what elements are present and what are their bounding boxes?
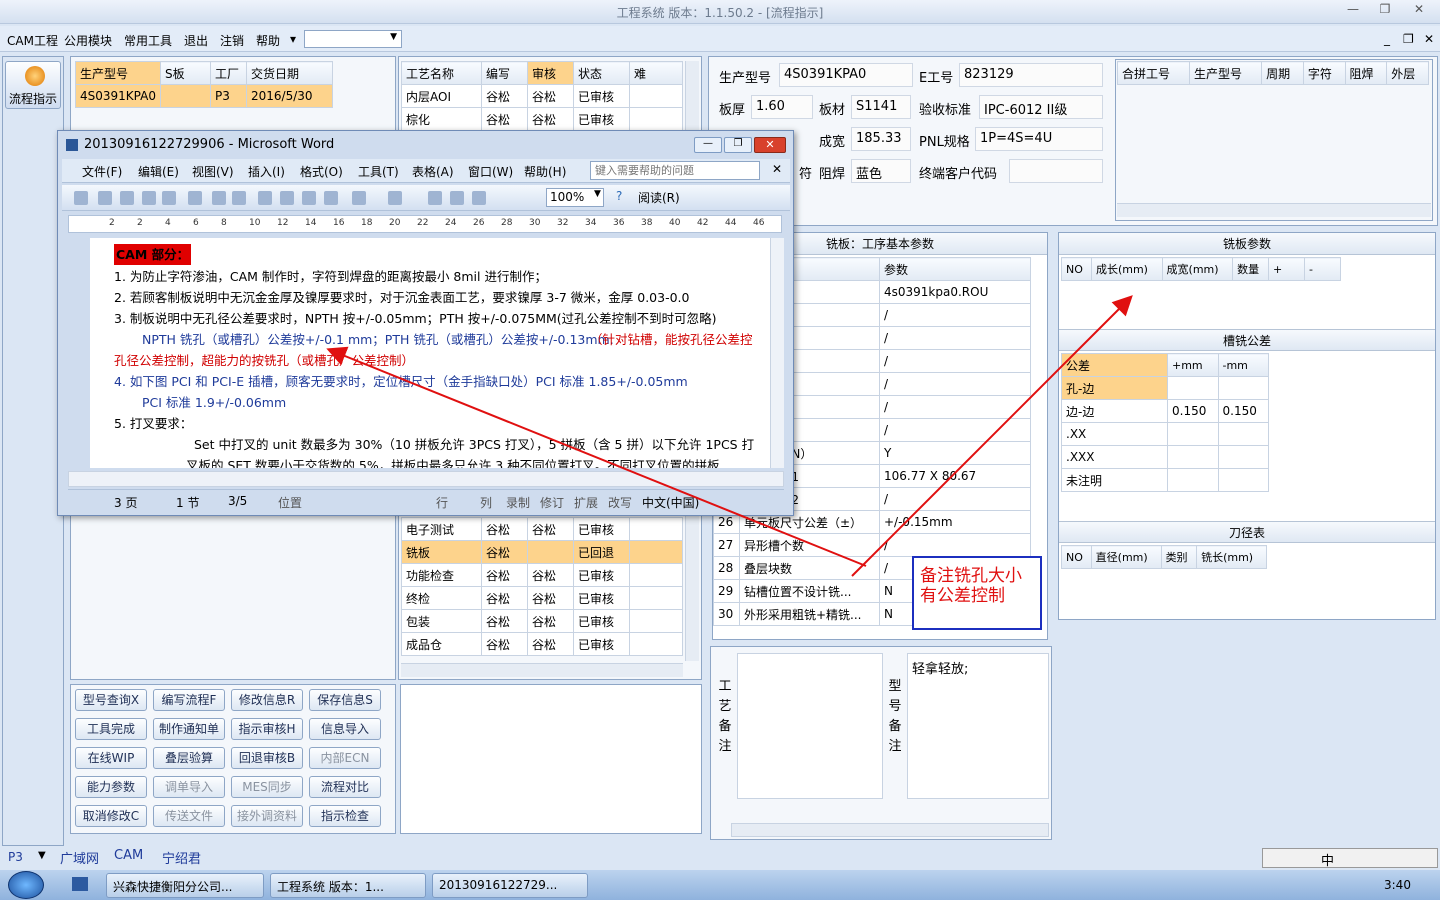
tab-cam[interactable]: CAM	[114, 848, 143, 863]
task-item[interactable]: 兴森快捷衡阳分公司...	[106, 873, 264, 898]
factory-select[interactable]: P3	[8, 850, 23, 864]
tab-user[interactable]: 宁绍君	[162, 848, 201, 867]
tab-wan[interactable]: 广域网	[60, 848, 99, 867]
arrow-to-mill-params	[851, 295, 1133, 577]
task-item[interactable]: 20130916122729...	[432, 873, 588, 898]
ime-bar[interactable]: 中	[1262, 848, 1438, 869]
annotation-box: 备注铣孔大小有公差控制	[912, 556, 1042, 630]
taskbar: 兴森快捷衡阳分公司... 工程系统 版本：1... 20130916122729…	[0, 870, 1440, 900]
task-item[interactable]: 工程系统 版本：1...	[270, 873, 426, 898]
chevron-down-icon[interactable]: ▼	[38, 850, 46, 861]
arrow-to-word	[326, 346, 867, 567]
bottom-bar: P3 ▼ 广域网 CAM 宁绍君 中	[0, 846, 1440, 870]
start-icon[interactable]	[8, 871, 44, 899]
clock: 3:40	[1384, 878, 1411, 892]
ime-mode[interactable]: 中	[1321, 850, 1334, 869]
annotation-arrows	[326, 295, 1133, 577]
save-icon[interactable]	[72, 877, 88, 891]
